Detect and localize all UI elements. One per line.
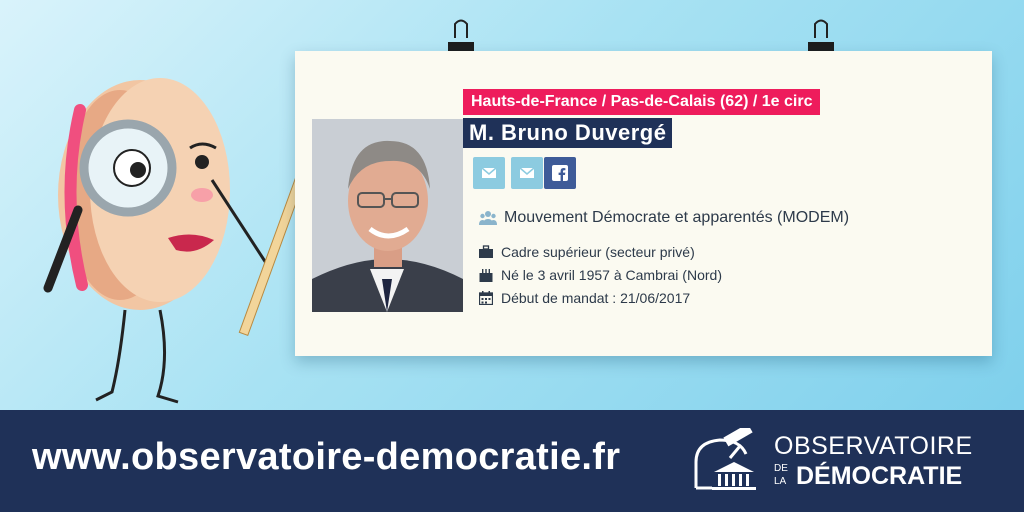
envelope-icon [519, 167, 535, 178]
profession-text: Cadre supérieur (secteur privé) [501, 244, 695, 260]
deputy-photo [312, 119, 463, 312]
envelope-icon [481, 167, 497, 178]
users-icon [479, 211, 497, 225]
mandate-text: Début de mandat : 21/06/2017 [501, 290, 691, 306]
email-button[interactable] [511, 157, 543, 189]
birthday-cake-icon [479, 269, 493, 282]
logo-la: LA [774, 476, 787, 487]
email-button[interactable] [473, 157, 505, 189]
deputy-card: Hauts-de-France / Pas-de-Calais (62) / 1… [295, 51, 992, 356]
logo-line1: OBSERVATOIRE [774, 432, 973, 460]
macaron-mascot-illustration [43, 78, 321, 404]
logo-line2: DÉMOCRATIE [796, 462, 963, 490]
birth-text: Né le 3 avril 1957 à Cambrai (Nord) [501, 267, 722, 283]
facebook-icon [552, 165, 568, 181]
observatoire-logo: OBSERVATOIRE DE LA DÉMOCRATIE [690, 428, 1000, 498]
political-group-text: Mouvement Démocrate et apparentés (MODEM… [504, 209, 850, 226]
footer: www.observatoire-democratie.fr OBSERVATO… [0, 410, 1024, 512]
logo-de: DE [774, 463, 788, 474]
region-label: Hauts-de-France / Pas-de-Calais (62) / 1… [463, 89, 821, 115]
observatory-icon [694, 428, 756, 490]
calendar-icon [479, 291, 493, 305]
facebook-button[interactable] [544, 157, 576, 189]
website-link[interactable]: www.observatoire-democratie.fr [32, 436, 620, 479]
deputy-name: M. Bruno Duvergé [463, 118, 673, 148]
briefcase-icon [479, 245, 493, 258]
